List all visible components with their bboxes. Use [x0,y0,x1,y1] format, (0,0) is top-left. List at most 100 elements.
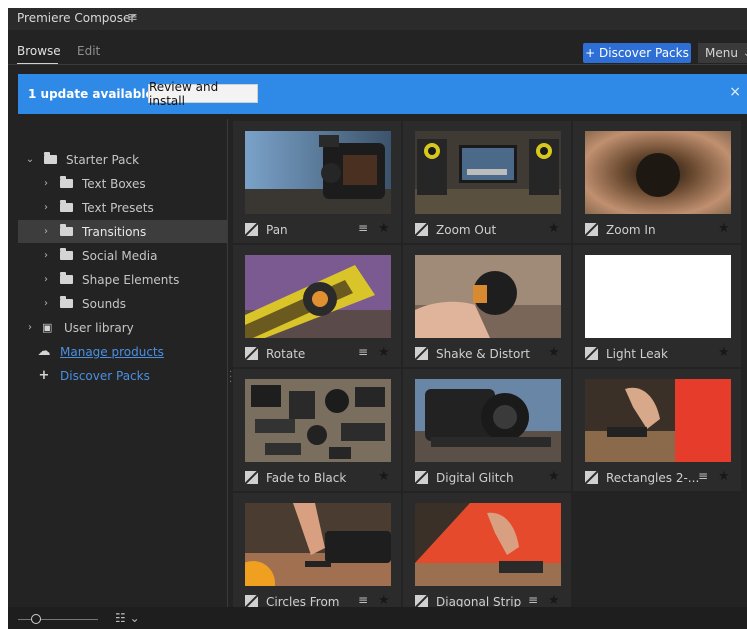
preset-card-rectangles[interactable]: Rectangles 2-... ≡ ★ [573,369,741,491]
sidebar-item-social-media[interactable]: › Social Media [18,244,227,267]
sidebar-item-label: Starter Pack [66,152,140,167]
sidebar-item-text-boxes[interactable]: › Text Boxes [18,172,227,195]
preset-card-rotate[interactable]: Rotate ≡ ★ [233,245,401,367]
card-label: Rotate [266,347,306,361]
preset-type-icon [245,471,258,484]
sidebar-item-text-presets[interactable]: › Text Presets [18,196,227,219]
chevron-right-icon: › [44,202,48,213]
sidebar: ⌄ Starter Pack › Text Boxes › Text Prese… [8,118,228,607]
favorite-star-icon[interactable]: ★ [378,345,390,360]
tab-browse[interactable]: Browse [17,44,61,58]
preset-card-digital-glitch[interactable]: Digital Glitch ★ [403,369,571,491]
preset-grid: Pan ≡ ★ Zoom Out ★ Zoom In ★ Rotate ≡ ★ … [233,121,747,607]
sidebar-item-transitions[interactable]: › Transitions [18,220,227,243]
chevron-right-icon: › [44,274,48,285]
preset-card-circles-from[interactable]: Circles From ≡ ★ [233,493,401,607]
card-label: Shake & Distort [436,347,530,361]
preset-card-fade-to-black[interactable]: Fade to Black ★ [233,369,401,491]
preset-card-zoom-in[interactable]: Zoom In ★ [573,121,741,243]
sidebar-item-label: Text Presets [82,200,154,215]
folder-icon [60,296,73,308]
favorite-star-icon[interactable]: ★ [378,593,390,607]
chevron-right-icon: › [44,226,48,237]
card-label: Zoom Out [436,223,497,237]
card-label: Digital Glitch [436,471,514,485]
sidebar-item-sounds[interactable]: › Sounds [18,292,227,315]
card-menu-icon[interactable]: ≡ [358,593,368,607]
favorite-star-icon[interactable]: ★ [718,345,730,360]
menu-label: Menu [705,46,738,60]
close-icon[interactable]: × [729,84,741,100]
menu-button[interactable]: Menu ⌄ [698,43,747,63]
card-menu-icon[interactable]: ≡ [528,593,538,607]
folder-icon [60,272,73,284]
tab-edit[interactable]: Edit [77,44,100,58]
premiere-composer-panel: Premiere Composer ≡ Browse Edit + Discov… [8,8,747,629]
favorite-star-icon[interactable]: ★ [718,221,730,236]
card-label: Zoom In [606,223,656,237]
resize-handle-icon[interactable]: · · · [229,368,232,388]
bottom-toolbar: ☷ ⌄ [8,607,747,629]
preset-card-shake-distort[interactable]: Shake & Distort ★ [403,245,571,367]
view-options-icon[interactable]: ☷ ⌄ [115,611,140,625]
favorite-star-icon[interactable]: ★ [718,469,730,484]
folder-icon [44,152,57,164]
thumbnail-rectangles [585,379,731,462]
discover-packs-button[interactable]: + Discover Packs [583,43,691,63]
preset-card-pan[interactable]: Pan ≡ ★ [233,121,401,243]
card-menu-icon[interactable]: ≡ [698,469,708,483]
chevron-right-icon: › [28,322,32,333]
favorite-star-icon[interactable]: ★ [548,593,560,607]
preset-type-icon [585,223,598,236]
folder-icon [60,200,73,212]
sidebar-item-label: Shape Elements [82,272,180,287]
preset-type-icon [245,595,258,607]
sidebar-item-label: Transitions [82,224,147,239]
review-and-install-button[interactable]: Review and install [148,80,258,108]
sidebar-item-shape-elements[interactable]: › Shape Elements [18,268,227,291]
thumbnail-size-slider[interactable] [18,619,98,620]
card-menu-icon[interactable]: ≡ [358,221,368,235]
app-title: Premiere Composer [17,11,136,25]
sidebar-item-starter-pack[interactable]: ⌄ Starter Pack [18,148,227,171]
preset-type-icon [415,595,428,607]
sidebar-discover-packs-link[interactable]: + Discover Packs [18,364,227,387]
favorite-star-icon[interactable]: ★ [378,221,390,236]
preset-type-icon [415,471,428,484]
sidebar-item-label: Sounds [82,296,127,311]
favorite-star-icon[interactable]: ★ [548,469,560,484]
slider-handle[interactable] [31,614,41,624]
favorite-star-icon[interactable]: ★ [548,345,560,360]
tabs-divider [8,64,747,65]
favorite-star-icon[interactable]: ★ [548,221,560,236]
preset-card-light-leak[interactable]: Light Leak ★ [573,245,741,367]
sidebar-item-label: Text Boxes [82,176,146,191]
thumbnail-circles-from [245,503,391,586]
card-label: Pan [266,223,288,237]
cloud-download-icon: ☁ [37,344,51,359]
chevron-down-icon: ⌄ [743,48,747,59]
thumbnail-light-leak [585,255,731,338]
preset-type-icon [415,347,428,360]
chevron-down-icon: ⌄ [25,154,35,165]
manage-products-link[interactable]: ☁ Manage products [18,340,227,363]
preset-card-zoom-out[interactable]: Zoom Out ★ [403,121,571,243]
preset-card-diagonal-strip[interactable]: Diagonal Strip ≡ ★ [403,493,571,607]
card-label: Fade to Black [266,471,347,485]
thumbnail-fade-to-black [245,379,391,462]
card-label: Diagonal Strip [436,595,522,607]
preset-type-icon [585,347,598,360]
card-menu-icon[interactable]: ≡ [358,345,368,359]
chevron-right-icon: › [44,298,48,309]
thumbnail-zoom-in [585,131,731,214]
favorite-star-icon[interactable]: ★ [378,469,390,484]
preset-type-icon [585,471,598,484]
sidebar-item-label: Social Media [82,248,158,263]
preset-type-icon [245,223,258,236]
hamburger-menu-icon[interactable]: ≡ [127,10,138,25]
preset-type-icon [415,223,428,236]
card-label: Circles From [266,595,340,607]
sidebar-item-user-library[interactable]: › ▣ User library [18,316,227,339]
user-library-icon: ▣ [42,321,53,334]
thumbnail-digital-glitch [415,379,561,462]
